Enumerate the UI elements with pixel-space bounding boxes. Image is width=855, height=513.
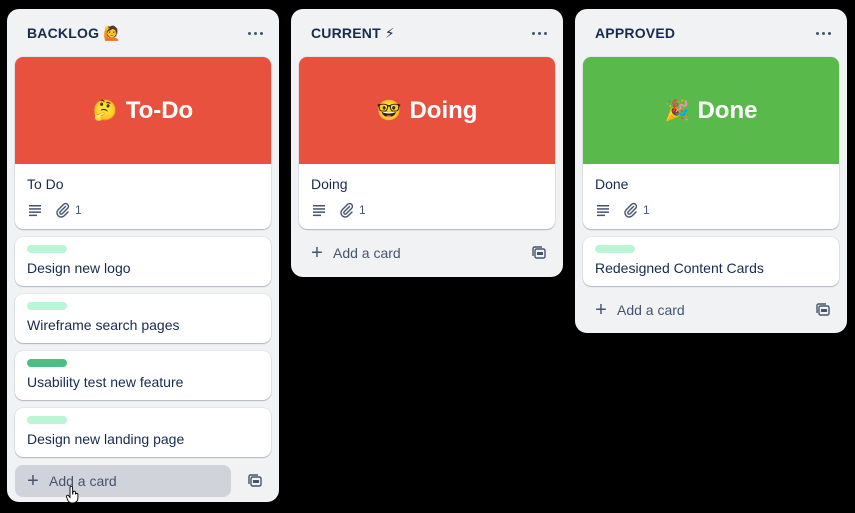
card-doing[interactable]: 🤓 Doing Doing 1 bbox=[299, 57, 555, 229]
card-body: To Do 1 bbox=[15, 164, 271, 229]
card-list: 🎉 Done Done 1 Redesigned Content Cards bbox=[575, 57, 847, 286]
add-card-button[interactable]: + Add a card bbox=[583, 294, 807, 326]
card-usability-test[interactable]: Usability test new feature bbox=[15, 351, 271, 400]
card-wireframe-search-pages[interactable]: Wireframe search pages bbox=[15, 294, 271, 343]
card-list: 🤔 To-Do To Do 1 Design new logo Wirefram… bbox=[7, 57, 279, 457]
add-card-label: Add a card bbox=[49, 473, 117, 489]
card-done[interactable]: 🎉 Done Done 1 bbox=[583, 57, 839, 229]
thinking-face-emoji: 🤔 bbox=[92, 100, 118, 122]
paperclip-icon bbox=[56, 202, 70, 218]
list-title[interactable]: BACKLOG 🙋 bbox=[27, 25, 121, 42]
add-card-label: Add a card bbox=[617, 302, 685, 318]
paperclip-icon bbox=[340, 202, 354, 218]
card-design-new-landing-page[interactable]: Design new landing page bbox=[15, 408, 271, 457]
plus-icon: + bbox=[27, 470, 39, 492]
plus-icon: + bbox=[595, 299, 607, 321]
card-composer: + Add a card bbox=[291, 237, 563, 269]
attachment-count: 1 bbox=[359, 203, 366, 217]
cover-text: Done bbox=[697, 96, 758, 124]
card-label[interactable] bbox=[27, 359, 67, 367]
card-todo[interactable]: 🤔 To-Do To Do 1 bbox=[15, 57, 271, 229]
card-cover: 🎉 Done bbox=[583, 57, 839, 164]
card-badges: 1 bbox=[311, 200, 543, 220]
more-icon[interactable] bbox=[527, 21, 551, 45]
card-body: Doing 1 bbox=[299, 164, 555, 229]
card-title: Usability test new feature bbox=[27, 374, 184, 390]
card-label[interactable] bbox=[595, 245, 635, 253]
card-cover: 🤓 Doing bbox=[299, 57, 555, 164]
card-label[interactable] bbox=[27, 416, 67, 424]
add-card-button[interactable]: + Add a card bbox=[299, 237, 523, 269]
attachment-badge: 1 bbox=[623, 202, 650, 218]
card-title: To Do bbox=[27, 176, 64, 192]
plus-icon: + bbox=[311, 242, 323, 264]
add-card-label: Add a card bbox=[333, 245, 401, 261]
card-body: Done 1 bbox=[583, 164, 839, 229]
cover-text: Doing bbox=[409, 96, 478, 124]
card-design-new-logo[interactable]: Design new logo bbox=[15, 237, 271, 286]
list-title[interactable]: CURRENT ⚡ bbox=[311, 25, 395, 42]
more-icon[interactable] bbox=[811, 21, 835, 45]
add-card-button[interactable]: + Add a card bbox=[15, 465, 231, 497]
card-title: Done bbox=[595, 176, 629, 192]
description-icon bbox=[595, 202, 611, 218]
card-template-icon[interactable] bbox=[239, 465, 271, 497]
card-body: Design new landing page bbox=[15, 408, 271, 457]
more-icon[interactable] bbox=[243, 21, 267, 45]
nerd-face-emoji: 🤓 bbox=[376, 100, 402, 122]
card-badges: 1 bbox=[27, 200, 259, 220]
description-icon bbox=[311, 202, 327, 218]
card-label[interactable] bbox=[27, 245, 67, 253]
card-template-icon[interactable] bbox=[523, 237, 555, 269]
description-icon bbox=[27, 202, 43, 218]
pointer-cursor-icon bbox=[66, 486, 79, 504]
card-label[interactable] bbox=[27, 302, 67, 310]
list-backlog: BACKLOG 🙋 🤔 To-Do To Do 1 Design new log… bbox=[7, 9, 279, 502]
card-title: Design new landing page bbox=[27, 431, 185, 447]
card-title: Doing bbox=[311, 176, 348, 192]
list-header: APPROVED bbox=[575, 9, 847, 57]
list-title[interactable]: APPROVED bbox=[595, 25, 675, 41]
card-composer: + Add a card bbox=[575, 294, 847, 326]
card-title: Design new logo bbox=[27, 260, 131, 276]
card-body: Redesigned Content Cards bbox=[583, 237, 839, 286]
list-current: CURRENT ⚡ 🤓 Doing Doing 1 + Add a card bbox=[291, 9, 563, 277]
attachment-count: 1 bbox=[643, 203, 650, 217]
card-body: Design new logo bbox=[15, 237, 271, 286]
card-composer: + Add a card bbox=[7, 465, 279, 497]
card-body: Wireframe search pages bbox=[15, 294, 271, 343]
card-body: Usability test new feature bbox=[15, 351, 271, 400]
list-header: CURRENT ⚡ bbox=[291, 9, 563, 57]
paperclip-icon bbox=[624, 202, 638, 218]
card-cover: 🤔 To-Do bbox=[15, 57, 271, 164]
card-badges: 1 bbox=[595, 200, 827, 220]
attachment-count: 1 bbox=[75, 203, 82, 217]
attachment-badge: 1 bbox=[339, 202, 366, 218]
card-title: Redesigned Content Cards bbox=[595, 260, 764, 276]
party-popper-emoji: 🎉 bbox=[664, 100, 690, 122]
card-title: Wireframe search pages bbox=[27, 317, 180, 333]
list-header: BACKLOG 🙋 bbox=[7, 9, 279, 57]
card-list: 🤓 Doing Doing 1 bbox=[291, 57, 563, 229]
card-redesigned-content-cards[interactable]: Redesigned Content Cards bbox=[583, 237, 839, 286]
list-approved: APPROVED 🎉 Done Done 1 Redesigned Conten… bbox=[575, 9, 847, 333]
cover-text: To-Do bbox=[125, 96, 194, 124]
card-template-icon[interactable] bbox=[807, 294, 839, 326]
attachment-badge: 1 bbox=[55, 202, 82, 218]
